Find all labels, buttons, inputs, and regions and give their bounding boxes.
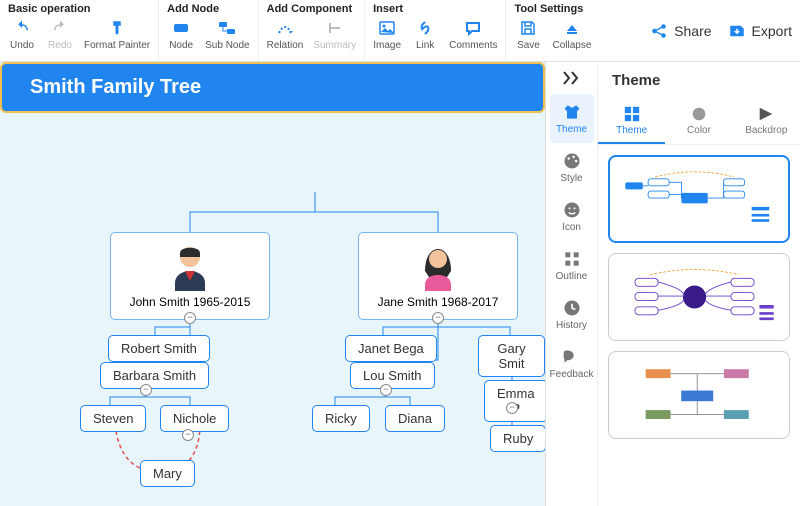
share-icon <box>650 22 668 40</box>
child-node[interactable]: Diana <box>385 405 445 432</box>
collapse-toggle[interactable]: − <box>182 429 194 441</box>
child-node[interactable]: Steven <box>80 405 146 432</box>
child-node[interactable]: Lou Smith <box>350 362 435 389</box>
side-header: Theme <box>598 62 800 99</box>
share-button[interactable]: Share <box>642 0 719 61</box>
child-node[interactable]: Barbara Smith <box>100 362 209 389</box>
color-icon <box>690 105 708 123</box>
node-button[interactable]: Node <box>167 18 195 51</box>
parent-node-john[interactable]: John Smith 1965-2015 <box>110 232 270 320</box>
subtabs: Theme Color Backdrop <box>598 99 800 145</box>
shirt-icon <box>562 102 582 122</box>
group-title: Basic operation <box>8 3 150 15</box>
group-title: Tool Settings <box>514 3 591 15</box>
diagram-canvas[interactable]: Smith Family Tree John Smith 1965-2015 −… <box>0 62 545 506</box>
theme-option-2[interactable] <box>608 253 790 341</box>
theme-list <box>598 145 800 506</box>
group-basic: Basic operation Undo Redo Format Painter <box>0 0 159 61</box>
collapse-toggle[interactable]: − <box>380 384 392 396</box>
toolbar: Basic operation Undo Redo Format Painter… <box>0 0 800 62</box>
child-node[interactable]: Gary Smit <box>478 335 545 377</box>
subtab-backdrop[interactable]: Backdrop <box>733 99 800 144</box>
avatar-male-icon <box>165 241 215 291</box>
group-title: Add Component <box>267 3 357 15</box>
node-label: Jane Smith 1968-2017 <box>375 295 501 309</box>
undo-button[interactable]: Undo <box>8 18 36 51</box>
child-node[interactable]: Ricky <box>312 405 370 432</box>
image-icon <box>377 18 397 38</box>
tab-feedback[interactable]: Feedback <box>550 339 594 388</box>
feedback-icon <box>562 347 582 367</box>
export-icon <box>728 22 746 40</box>
clock-icon <box>562 298 582 318</box>
backdrop-icon <box>757 105 775 123</box>
child-node[interactable]: Janet Bega <box>345 335 437 362</box>
child-node[interactable]: Robert Smith <box>108 335 210 362</box>
tab-icon[interactable]: Icon <box>550 192 594 241</box>
node-label: John Smith 1965-2015 <box>127 295 253 309</box>
theme-option-1[interactable] <box>608 155 790 243</box>
save-icon <box>518 18 538 38</box>
side-content: Theme Theme Color Backdrop <box>598 62 800 506</box>
group-insert: Insert Image Link Comments <box>365 0 506 61</box>
chevron-right-icon <box>561 70 583 86</box>
subtab-color[interactable]: Color <box>665 99 732 144</box>
tab-history[interactable]: History <box>550 290 594 339</box>
summary-icon <box>325 18 345 38</box>
grid-icon <box>623 105 641 123</box>
group-tool-settings: Tool Settings Save Collapse <box>506 0 599 61</box>
side-panel: Theme Style Icon Outline History Feedbac… <box>545 62 800 506</box>
comment-icon <box>463 18 483 38</box>
child-node[interactable]: Ruby <box>490 425 545 452</box>
format-painter-button[interactable]: Format Painter <box>84 18 150 51</box>
collapse-toggle[interactable]: − <box>184 312 196 324</box>
redo-button[interactable]: Redo <box>46 18 74 51</box>
collapse-toggle[interactable]: − <box>506 402 518 414</box>
image-button[interactable]: Image <box>373 18 401 51</box>
link-icon <box>415 18 435 38</box>
tab-outline[interactable]: Outline <box>550 241 594 290</box>
collapse-toggle[interactable]: − <box>432 312 444 324</box>
collapse-icon <box>562 18 582 38</box>
comments-button[interactable]: Comments <box>449 18 497 51</box>
export-button[interactable]: Export <box>720 0 800 61</box>
link-button[interactable]: Link <box>411 18 439 51</box>
summary-button[interactable]: Summary <box>313 18 356 51</box>
relation-button[interactable]: Relation <box>267 18 304 51</box>
outline-icon <box>562 249 582 269</box>
group-title: Add Node <box>167 3 249 15</box>
root-node[interactable]: Smith Family Tree <box>0 62 545 113</box>
group-add-component: Add Component Relation Summary <box>259 0 366 61</box>
collapse-button[interactable]: Collapse <box>552 18 591 51</box>
palette-icon <box>562 151 582 171</box>
sub-node-button[interactable]: Sub Node <box>205 18 249 51</box>
side-title: Theme <box>612 72 660 89</box>
undo-icon <box>12 18 32 38</box>
node-icon <box>171 18 191 38</box>
side-tabs: Theme Style Icon Outline History Feedbac… <box>546 62 598 506</box>
subtab-theme[interactable]: Theme <box>598 99 665 144</box>
redo-icon <box>50 18 70 38</box>
sub-node-icon <box>217 18 237 38</box>
smile-icon <box>562 200 582 220</box>
child-node[interactable]: Nichole <box>160 405 229 432</box>
group-add-node: Add Node Node Sub Node <box>159 0 258 61</box>
tab-theme[interactable]: Theme <box>550 94 594 143</box>
theme-option-3[interactable] <box>608 351 790 439</box>
child-node[interactable]: Emma P <box>484 380 545 422</box>
relation-icon <box>275 18 295 38</box>
avatar-female-icon <box>413 241 463 291</box>
group-title: Insert <box>373 3 497 15</box>
save-button[interactable]: Save <box>514 18 542 51</box>
brush-icon <box>107 18 127 38</box>
child-node[interactable]: Mary <box>140 460 195 487</box>
collapse-toggle[interactable]: − <box>140 384 152 396</box>
tab-style[interactable]: Style <box>550 143 594 192</box>
panel-collapse-button[interactable] <box>561 70 583 86</box>
parent-node-jane[interactable]: Jane Smith 1968-2017 <box>358 232 518 320</box>
